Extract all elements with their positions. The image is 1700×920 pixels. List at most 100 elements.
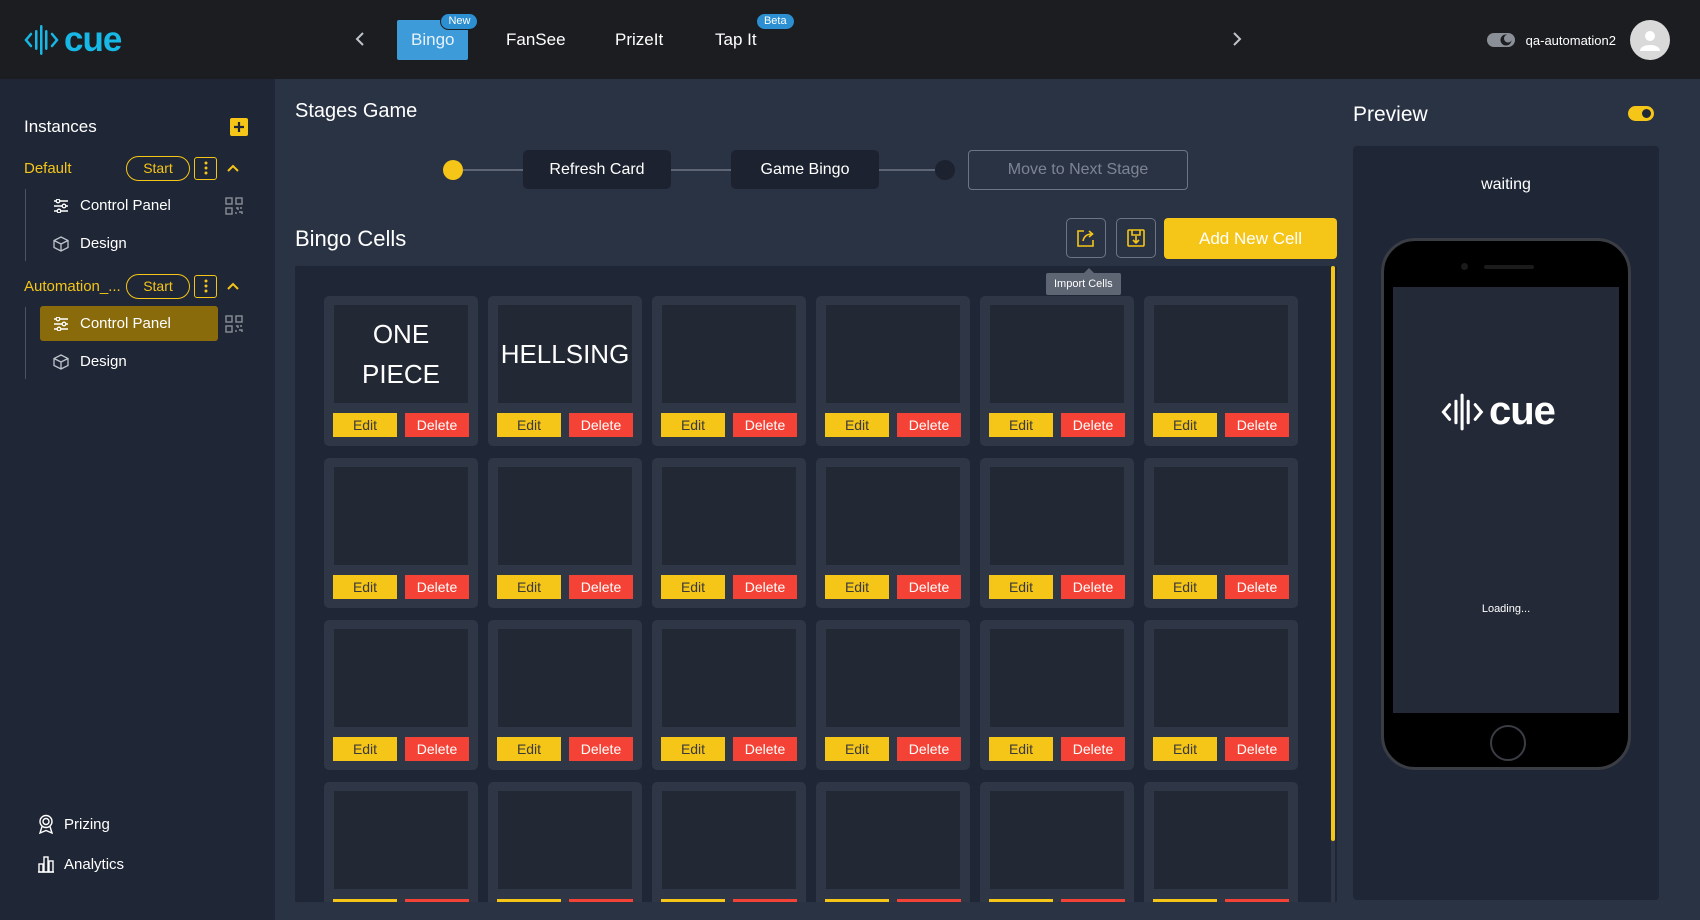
delete-cell-button[interactable]: Delete xyxy=(1225,413,1289,437)
edit-cell-button[interactable]: Edit xyxy=(497,737,561,761)
tab-bingo[interactable]: Bingo New xyxy=(397,13,479,60)
tab-label: Bingo xyxy=(411,30,455,49)
delete-cell-button[interactable]: Delete xyxy=(1225,899,1289,902)
edit-cell-button[interactable]: Edit xyxy=(825,737,889,761)
scrollbar-thumb[interactable] xyxy=(1331,266,1335,841)
delete-cell-button[interactable]: Delete xyxy=(405,899,469,902)
sidebar-item-design[interactable]: Design xyxy=(40,226,218,261)
edit-cell-button[interactable]: Edit xyxy=(497,899,561,902)
delete-cell-button[interactable]: Delete xyxy=(897,575,961,599)
edit-cell-button[interactable]: Edit xyxy=(661,413,725,437)
import-cells-button[interactable] xyxy=(1066,218,1106,258)
bingo-cell-card: Edit Delete xyxy=(1144,458,1298,608)
edit-cell-button[interactable]: Edit xyxy=(1153,737,1217,761)
collapse-button[interactable] xyxy=(225,160,241,176)
delete-cell-button[interactable]: Delete xyxy=(405,737,469,761)
add-instance-button[interactable] xyxy=(230,118,248,136)
bar-chart-icon xyxy=(36,854,56,874)
edit-cell-button[interactable]: Edit xyxy=(825,413,889,437)
delete-cell-button[interactable]: Delete xyxy=(733,413,797,437)
delete-cell-button[interactable]: Delete xyxy=(733,737,797,761)
edit-cell-button[interactable]: Edit xyxy=(1153,413,1217,437)
edit-cell-button[interactable]: Edit xyxy=(989,737,1053,761)
avatar[interactable] xyxy=(1630,20,1670,60)
sidebar-link-analytics[interactable]: Analytics xyxy=(36,854,124,874)
delete-cell-button[interactable]: Delete xyxy=(569,737,633,761)
instance-menu-button[interactable] xyxy=(194,274,217,298)
delete-cell-button[interactable]: Delete xyxy=(1061,737,1125,761)
move-to-next-stage-button[interactable]: Move to Next Stage xyxy=(968,150,1188,190)
edit-cell-button[interactable]: Edit xyxy=(825,899,889,902)
tab-tap-it[interactable]: Tap It Beta xyxy=(701,13,795,60)
edit-cell-button[interactable]: Edit xyxy=(497,575,561,599)
user-icon xyxy=(1640,31,1660,51)
edit-cell-button[interactable]: Edit xyxy=(333,899,397,902)
collapse-button[interactable] xyxy=(225,278,241,294)
delete-cell-button[interactable]: Delete xyxy=(1061,575,1125,599)
add-new-cell-button[interactable]: Add New Cell xyxy=(1164,218,1337,259)
instance-menu-button[interactable] xyxy=(194,156,217,180)
delete-cell-button[interactable]: Delete xyxy=(1061,413,1125,437)
qr-code-button[interactable] xyxy=(223,313,245,335)
delete-cell-button[interactable]: Delete xyxy=(897,413,961,437)
delete-cell-button[interactable]: Delete xyxy=(405,413,469,437)
sidebar-item-label: Control Panel xyxy=(80,197,171,214)
delete-cell-button[interactable]: Delete xyxy=(897,899,961,902)
sidebar-item-design[interactable]: Design xyxy=(40,344,218,379)
delete-cell-button[interactable]: Delete xyxy=(897,737,961,761)
sidebar-link-prizing[interactable]: Prizing xyxy=(36,814,110,834)
instance-name[interactable]: Default xyxy=(24,160,126,177)
delete-cell-button[interactable]: Delete xyxy=(569,413,633,437)
export-cells-button[interactable] xyxy=(1116,218,1156,258)
tab-prizeit[interactable]: PrizeIt xyxy=(601,20,677,60)
sidebar-item-control-panel[interactable]: Control Panel xyxy=(40,306,218,341)
edit-cell-button[interactable]: Edit xyxy=(333,413,397,437)
delete-cell-button[interactable]: Delete xyxy=(1061,899,1125,902)
delete-cell-button[interactable]: Delete xyxy=(569,575,633,599)
sidebar-item-control-panel[interactable]: Control Panel xyxy=(40,188,218,223)
stage-connector xyxy=(671,169,731,171)
delete-cell-button[interactable]: Delete xyxy=(733,899,797,902)
qr-code-button[interactable] xyxy=(223,195,245,217)
bingo-cell-content xyxy=(826,791,960,889)
instance-name[interactable]: Automation_... xyxy=(24,278,126,295)
edit-cell-button[interactable]: Edit xyxy=(989,575,1053,599)
new-badge: New xyxy=(440,13,479,30)
tab-fansee[interactable]: FanSee xyxy=(492,20,580,60)
preview-toggle[interactable] xyxy=(1628,106,1654,121)
bingo-cell-card: Edit Delete xyxy=(488,458,642,608)
sidebar-item-label: Control Panel xyxy=(80,315,171,332)
start-button[interactable]: Start xyxy=(126,155,190,181)
edit-cell-button[interactable]: Edit xyxy=(333,575,397,599)
theme-toggle-icon[interactable] xyxy=(1486,31,1516,49)
stage-refresh-card[interactable]: Refresh Card xyxy=(523,150,671,189)
edit-cell-button[interactable]: Edit xyxy=(497,413,561,437)
sidebar-link-label: Prizing xyxy=(64,815,110,833)
delete-cell-button[interactable]: Delete xyxy=(1225,737,1289,761)
stage-game-bingo[interactable]: Game Bingo xyxy=(731,150,879,189)
qr-code-icon xyxy=(225,197,243,215)
edit-cell-button[interactable]: Edit xyxy=(661,899,725,902)
delete-cell-button[interactable]: Delete xyxy=(405,575,469,599)
preview-panel: waiting cue Loading... xyxy=(1353,146,1659,900)
prev-app-arrow[interactable] xyxy=(347,26,373,52)
delete-cell-button[interactable]: Delete xyxy=(569,899,633,902)
edit-cell-button[interactable]: Edit xyxy=(989,899,1053,902)
edit-cell-button[interactable]: Edit xyxy=(825,575,889,599)
start-button[interactable]: Start xyxy=(126,273,190,299)
edit-cell-button[interactable]: Edit xyxy=(989,413,1053,437)
edit-cell-button[interactable]: Edit xyxy=(1153,899,1217,902)
edit-cell-button[interactable]: Edit xyxy=(333,737,397,761)
delete-cell-button[interactable]: Delete xyxy=(1225,575,1289,599)
edit-cell-button[interactable]: Edit xyxy=(661,575,725,599)
edit-cell-button[interactable]: Edit xyxy=(1153,575,1217,599)
edit-cell-button[interactable]: Edit xyxy=(661,737,725,761)
bingo-cell-content xyxy=(662,629,796,727)
next-app-arrow[interactable] xyxy=(1224,26,1250,52)
cube-icon xyxy=(52,353,70,371)
waveform-icon xyxy=(1441,393,1484,430)
bingo-cell-content xyxy=(334,791,468,889)
sliders-icon xyxy=(52,197,70,215)
delete-cell-button[interactable]: Delete xyxy=(733,575,797,599)
cue-logo[interactable]: cue xyxy=(24,22,122,58)
